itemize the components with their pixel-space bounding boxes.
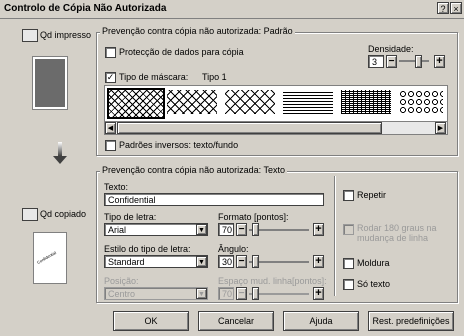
angle-slider-thumb[interactable] [252,255,259,268]
window-title: Controlo de Cópia Não Autorizada [4,3,167,14]
text-group-title: Prevenção contra cópia não autorizada: T… [100,165,287,175]
spacing-field[interactable]: 70 [218,287,234,300]
text-label: Texto: [104,182,129,192]
spacing-decrease-button[interactable]: − [236,287,247,300]
chevron-down-icon[interactable]: ▼ [196,288,207,299]
position-select[interactable]: Centro ▼ [104,287,208,300]
density-slider-thumb[interactable] [415,55,422,68]
pattern-list[interactable] [104,85,448,122]
format-decrease-button[interactable]: − [236,223,247,236]
angle-increase-button[interactable]: + [313,255,324,268]
rotate-checkbox[interactable] [343,224,354,235]
pattern-type-2[interactable] [167,90,217,114]
style-label: Estilo do tipo de letra: [104,244,191,254]
printed-preview [32,56,68,110]
protection-label: Protecção de dados para cópia [119,47,244,57]
angle-label: Ângulo: [218,244,249,254]
protection-checkbox[interactable] [105,47,116,58]
copied-label: Qd copiado [40,209,87,219]
font-label: Tipo de letra: [104,212,157,222]
density-decrease-button[interactable]: − [386,55,397,68]
style-select[interactable]: Standard ▼ [104,255,208,268]
density-field[interactable]: 3 [368,55,384,68]
position-value: Centro [108,289,136,299]
printed-label: Qd impresso [40,30,92,40]
title-bar: Controlo de Cópia Não Autorizada ? × [0,0,464,19]
pattern-type-3[interactable] [225,90,275,114]
repeat-label: Repetir [357,190,387,200]
scroll-left-arrow-icon[interactable]: ◀ [105,122,116,134]
font-select[interactable]: Arial ▼ [104,223,208,236]
pattern-group-title: Prevenção contra cópia não autorizada: P… [100,26,295,36]
rotate-label: Rodar 180 graus na mudança de linha [357,223,437,243]
frame-label: Moldura [357,258,390,268]
mask-type-label: Tipo de máscara: [119,72,189,82]
density-slider-track[interactable] [399,60,429,62]
pattern-type-5[interactable] [341,90,391,114]
scrollbar-thumb[interactable] [117,122,382,134]
ok-button[interactable]: OK [113,311,189,331]
chevron-down-icon[interactable]: ▼ [196,256,207,267]
copied-preview: Confidential [33,232,67,284]
font-value: Arial [108,225,127,235]
help-icon[interactable]: ? [437,2,449,14]
pattern-type-4[interactable] [283,90,333,114]
angle-field[interactable]: 30 [218,255,234,268]
format-increase-button[interactable]: + [313,223,324,236]
pattern-scrollbar[interactable]: ◀ ▶ [104,121,448,135]
cancel-button[interactable]: Cancelar [198,311,274,331]
text-only-checkbox[interactable] [343,279,354,290]
spacing-increase-button[interactable]: + [313,287,324,300]
format-field[interactable]: 70 [218,223,234,236]
text-input[interactable]: Confidential [104,193,324,206]
text-group-divider [334,176,335,296]
arrow-shaft [58,142,62,156]
frame-checkbox[interactable] [343,258,354,269]
spacing-slider-thumb[interactable] [252,287,259,300]
inverse-patterns-label: Padrões inversos: texto/fundo [119,140,239,150]
inverse-patterns-checkbox[interactable] [105,140,116,151]
repeat-checkbox[interactable] [343,190,354,201]
position-label: Posição: [104,276,139,286]
scroll-right-arrow-icon[interactable]: ▶ [435,122,446,134]
copier-icon [22,208,38,221]
density-label: Densidade: [368,44,414,54]
text-only-label: Só texto [357,279,391,289]
copied-preview-text: Confidential [36,250,57,265]
close-icon[interactable]: × [450,2,462,14]
chevron-down-icon[interactable]: ▼ [196,224,207,235]
density-increase-button[interactable]: + [434,55,445,68]
pattern-type-1[interactable] [107,88,165,119]
down-arrow-icon [53,156,67,164]
format-slider-thumb[interactable] [252,223,259,236]
printer-icon [22,29,38,42]
mask-type-checkbox[interactable]: ✓ [105,72,116,83]
style-value: Standard [108,257,145,267]
reset-button[interactable]: Rest. predefinições [368,311,454,331]
mask-type-value: Tipo 1 [202,72,227,82]
spacing-label: Espaço mud. linha[pontos]: [218,276,327,286]
pattern-type-6[interactable] [399,90,443,114]
angle-decrease-button[interactable]: − [236,255,247,268]
format-label: Formato [pontos]: [218,212,289,222]
help-button[interactable]: Ajuda [283,311,359,331]
